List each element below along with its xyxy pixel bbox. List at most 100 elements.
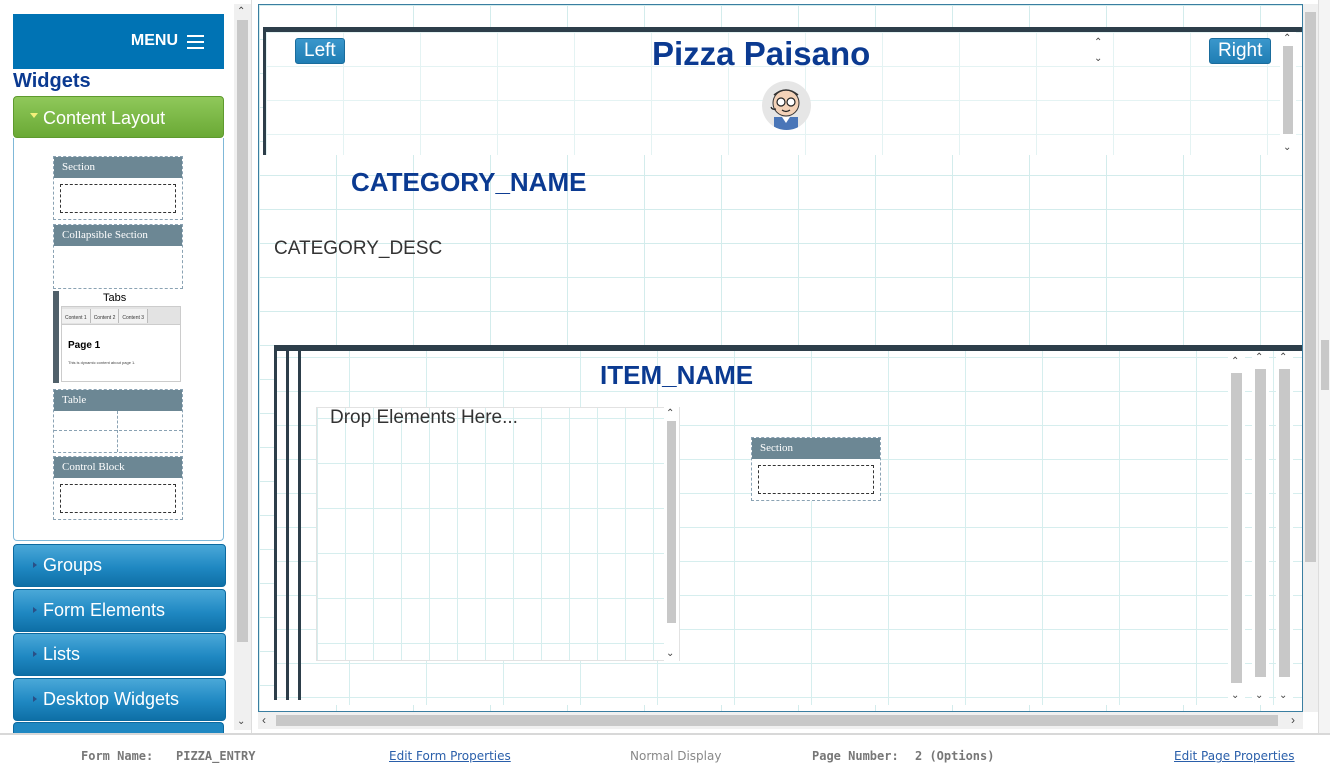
scroll-up-icon[interactable]: ⌃ — [1255, 353, 1263, 363]
section-tile-label: Section — [54, 157, 182, 178]
tabs-widget-tile[interactable]: Tabs Content 1 Content 2 Content 3 Page 1 … — [53, 291, 181, 383]
drop-zone-scrollbar[interactable]: ⌃ ⌄ — [664, 407, 679, 661]
drop-zone-text: Drop Elements Here... — [330, 407, 518, 428]
section-tile-placeholder — [60, 184, 176, 213]
section-widget-dropped[interactable]: Section — [751, 437, 881, 501]
item-section[interactable]: ITEM_NAME Drop Elements Here... ⌃ ⌄ Sect… — [274, 345, 1302, 705]
scroll-up-icon[interactable]: ⌃ — [1279, 353, 1287, 363]
nested-section-border — [298, 351, 301, 700]
edit-page-properties-link[interactable]: Edit Page Properties — [1174, 749, 1295, 763]
nested-section-border — [286, 351, 289, 700]
header-scrollbar[interactable]: ⌃ ⌄ — [1280, 32, 1296, 155]
scrollbar-thumb[interactable] — [1305, 12, 1316, 562]
table-widget-tile[interactable]: Table — [53, 389, 183, 453]
table-tile-row-divider — [54, 430, 182, 431]
item-scrollbar-outermost[interactable]: ⌃ ⌄ — [1276, 351, 1293, 703]
form-name-label: Form Name: — [81, 749, 154, 763]
accordion-label: Desktop Widgets — [43, 689, 180, 709]
canvas-vertical-scrollbar[interactable] — [1303, 4, 1318, 712]
content-layout-header[interactable]: Content Layout — [13, 96, 224, 138]
tabs-preview-tab: Content 1 — [62, 309, 91, 323]
canvas-horizontal-scrollbar[interactable]: ‹ › — [258, 712, 1303, 729]
widget-panel: MENU Widgets Content Layout Section Coll… — [0, 0, 252, 733]
caret-right-icon — [33, 607, 37, 613]
item-name-field[interactable]: ITEM_NAME — [600, 360, 753, 391]
scroll-down-icon[interactable]: ⌄ — [666, 649, 674, 659]
page-number-value: 2 (Options) — [915, 749, 995, 763]
scrollbar-thumb[interactable] — [1321, 340, 1329, 390]
collapsible-tile-label: Collapsible Section — [54, 225, 182, 246]
scrollbar-thumb[interactable] — [1255, 369, 1266, 677]
control-block-widget-tile[interactable]: Control Block — [53, 456, 183, 520]
scroll-up-icon[interactable]: ⌃ — [1231, 357, 1239, 367]
scroll-down-icon[interactable]: ⌄ — [1231, 691, 1239, 701]
display-mode: Normal Display — [630, 749, 722, 763]
tabs-preview: Content 1 Content 2 Content 3 Page 1 This … — [61, 306, 181, 382]
scroll-right-icon[interactable]: › — [1291, 714, 1295, 726]
caret-right-icon — [33, 651, 37, 657]
scrollbar-thumb[interactable] — [237, 20, 248, 642]
scroll-down-icon[interactable]: ⌄ — [237, 717, 245, 727]
collapsible-section-widget-tile[interactable]: Collapsible Section — [53, 224, 183, 289]
window-scrollbar[interactable] — [1318, 0, 1330, 733]
scroll-left-icon[interactable]: ‹ — [262, 714, 266, 726]
form-canvas[interactable]: Left Pizza Paisano Right ⌃ ⌄ ⌃ ⌄ CATEGOR… — [258, 4, 1303, 712]
table-tile-label: Table — [54, 390, 182, 411]
accordion-lists[interactable]: Lists — [13, 633, 226, 676]
right-button[interactable]: Right — [1209, 38, 1272, 64]
page-header-section[interactable]: Left Pizza Paisano Right ⌃ ⌄ ⌃ ⌄ — [263, 27, 1302, 155]
section-widget-tile[interactable]: Section — [53, 156, 183, 220]
widgets-title: Widgets — [13, 70, 91, 92]
scroll-down-icon[interactable]: ⌄ — [1283, 143, 1291, 153]
caret-down-icon — [30, 113, 38, 118]
tabs-preview-text: This is dynamic content about page 1. — [68, 360, 136, 365]
section-widget-label: Section — [752, 438, 880, 459]
scroll-down-icon[interactable]: ⌄ — [1094, 54, 1102, 64]
tabs-tile-label: Tabs — [103, 292, 127, 304]
table-tile-col-divider — [117, 411, 118, 452]
accordion-desktop-widgets[interactable]: Desktop Widgets — [13, 678, 226, 721]
item-scrollbar[interactable]: ⌃ ⌄ — [1228, 355, 1245, 703]
scroll-up-icon[interactable]: ⌃ — [666, 409, 674, 419]
page-title: Pizza Paisano — [652, 35, 871, 72]
category-desc-field[interactable]: CATEGORY_DESC — [274, 238, 442, 260]
category-name-field[interactable]: CATEGORY_NAME — [351, 167, 586, 198]
scroll-up-icon[interactable]: ⌃ — [237, 7, 245, 17]
section-widget-placeholder — [758, 465, 874, 494]
tabs-preview-tab: Content 3 — [119, 309, 149, 323]
scroll-down-icon[interactable]: ⌄ — [1279, 691, 1287, 701]
accordion-groups[interactable]: Groups — [13, 544, 226, 587]
scrollbar-thumb[interactable] — [276, 715, 1278, 726]
scroll-up-icon[interactable]: ⌃ — [1094, 38, 1102, 48]
edit-form-properties-link[interactable]: Edit Form Properties — [389, 749, 511, 763]
item-scrollbar-outer[interactable]: ⌃ ⌄ — [1252, 351, 1269, 703]
scroll-up-icon[interactable]: ⌃ — [1283, 34, 1291, 44]
status-bar: Form Name: PIZZA_ENTRY Edit Form Propert… — [0, 733, 1330, 774]
hamburger-icon — [187, 35, 204, 53]
scrollbar-thumb[interactable] — [1283, 46, 1293, 134]
accordion-label: Lists — [43, 644, 81, 664]
menu-button[interactable]: MENU — [13, 14, 224, 69]
tabs-preview-tabrow: Content 1 Content 2 Content 3 — [62, 307, 180, 325]
drop-zone[interactable] — [316, 407, 680, 661]
caret-right-icon — [33, 696, 37, 702]
chef-avatar — [762, 81, 811, 130]
accordion-label: Form Elements — [43, 600, 166, 620]
control-block-tile-label: Control Block — [54, 457, 182, 478]
page-number-label: Page Number: — [812, 749, 899, 763]
scroll-down-icon[interactable]: ⌄ — [1255, 691, 1263, 701]
form-name-value: PIZZA_ENTRY — [176, 749, 256, 763]
scrollbar-thumb[interactable] — [667, 421, 676, 623]
scrollbar-thumb[interactable] — [1279, 369, 1290, 677]
left-panel-scrollbar[interactable]: ⌃ ⌄ — [234, 4, 251, 730]
accordion-form-elements[interactable]: Form Elements — [13, 589, 226, 632]
accordion-label: Groups — [43, 555, 103, 575]
caret-right-icon — [33, 562, 37, 568]
scrollbar-thumb[interactable] — [1231, 373, 1242, 683]
nested-section-border — [274, 351, 277, 700]
tabs-preview-page: Page 1 — [68, 340, 101, 351]
accordion-next-partial[interactable] — [13, 722, 224, 733]
control-block-tile-placeholder — [60, 484, 176, 513]
left-button[interactable]: Left — [295, 38, 345, 64]
tabs-tile-bar — [53, 291, 59, 383]
